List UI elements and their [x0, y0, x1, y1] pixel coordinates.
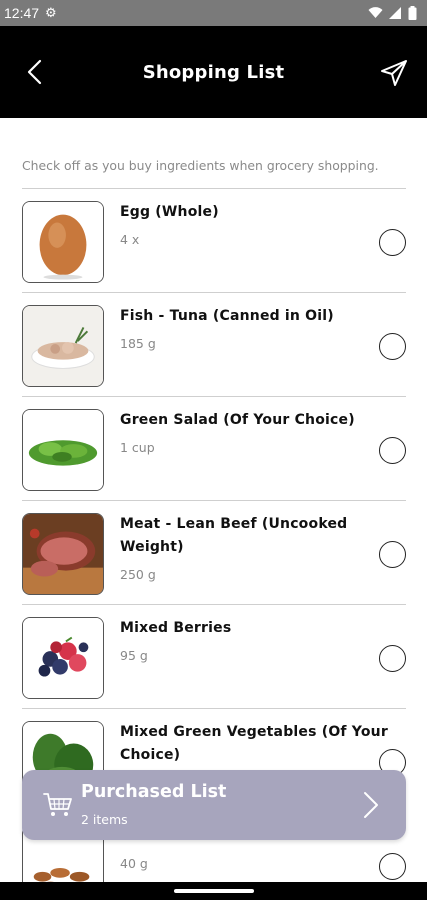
item-quantity: 185 g — [120, 336, 156, 351]
item-name: Egg (Whole) — [120, 204, 219, 220]
list-item: Mixed Berries 95 g — [0, 605, 427, 709]
page-title: Shopping List — [142, 61, 285, 83]
wifi-icon — [368, 7, 383, 18]
gear-icon: ⚙ — [45, 5, 57, 21]
chevron-left-icon[interactable] — [22, 58, 50, 86]
signal-icon — [389, 7, 401, 19]
item-image-salad — [22, 409, 104, 491]
list-item: Green Salad (Of Your Choice) 1 cup — [0, 397, 427, 501]
item-image-beef — [22, 513, 104, 595]
item-name: Fish - Tuna (Canned in Oil) — [120, 308, 334, 324]
list-item: Egg (Whole) 4 x — [0, 189, 427, 293]
item-checkbox[interactable] — [379, 541, 406, 568]
list-item: Meat - Lean Beef (Uncooked Weight) 250 g — [0, 501, 427, 605]
purchased-list-button[interactable]: Purchased List 2 items — [22, 770, 406, 840]
item-checkbox[interactable] — [379, 645, 406, 672]
item-image-tuna — [22, 305, 104, 387]
purchased-list-title: Purchased List — [81, 782, 227, 802]
shopping-cart-icon — [43, 793, 72, 816]
item-checkbox[interactable] — [379, 853, 406, 880]
item-image-berries — [22, 617, 104, 699]
system-nav-bar — [0, 882, 427, 900]
item-quantity: 40 g — [120, 856, 148, 871]
app-screen: 12:47 ⚙ Shopping List Check off as you b… — [0, 0, 427, 900]
instructions-text: Check off as you buy ingredients when gr… — [22, 158, 379, 173]
item-quantity: 250 g — [120, 567, 156, 582]
item-quantity: 4 x — [120, 232, 140, 247]
item-name: Meat - Lean Beef (Uncooked Weight) — [120, 516, 348, 555]
item-name: Mixed Berries — [120, 620, 232, 636]
item-checkbox[interactable] — [379, 333, 406, 360]
chevron-right-icon — [364, 792, 378, 818]
item-name: Mixed Green Vegetables (Of Your Choice) — [120, 724, 388, 763]
item-checkbox[interactable] — [379, 437, 406, 464]
item-quantity: 95 g — [120, 648, 148, 663]
app-header: Shopping List — [0, 26, 427, 118]
item-image-egg — [22, 201, 104, 283]
battery-icon — [408, 6, 417, 20]
send-icon[interactable] — [379, 58, 409, 88]
item-name: Green Salad (Of Your Choice) — [120, 412, 355, 428]
item-quantity: 1 cup — [120, 440, 155, 455]
purchased-list-count: 2 items — [81, 812, 128, 827]
list-item: Fish - Tuna (Canned in Oil) 185 g — [0, 293, 427, 397]
item-checkbox[interactable] — [379, 229, 406, 256]
home-indicator[interactable] — [174, 889, 254, 893]
status-bar: 12:47 ⚙ — [0, 0, 427, 26]
status-time: 12:47 — [4, 5, 40, 21]
